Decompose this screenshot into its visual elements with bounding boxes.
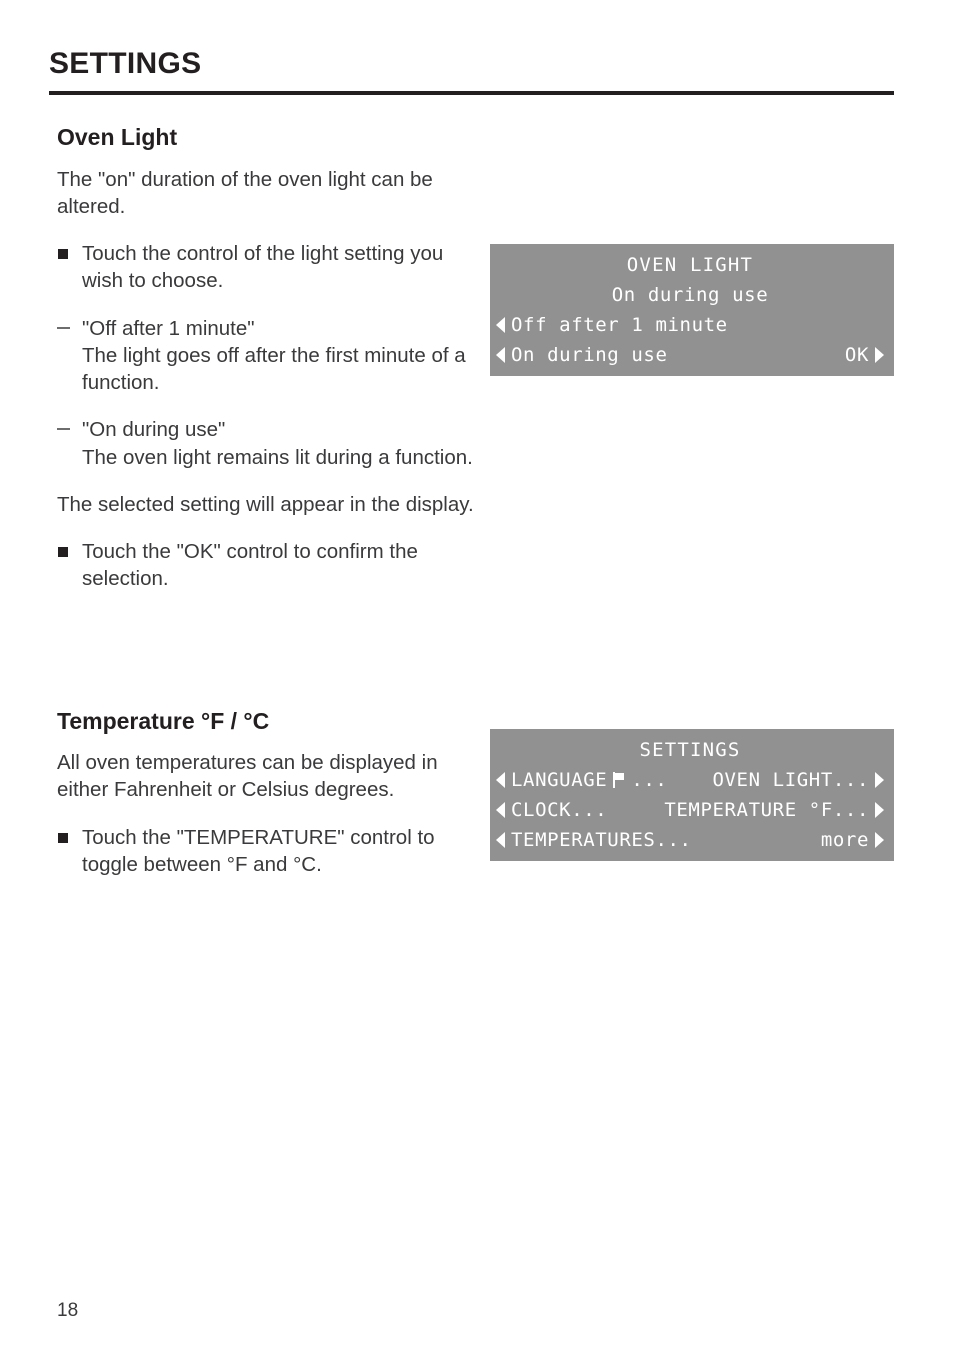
page-number: 18	[57, 1300, 79, 1321]
menu-item-more: more	[820, 829, 869, 851]
header-rule	[49, 90, 894, 95]
display-current-value: On during use	[611, 284, 769, 306]
settings-menu-row-3[interactable]: TEMPERATURES... more	[494, 825, 886, 855]
menu-item-temperatures: TEMPERATURES...	[511, 829, 692, 851]
list-item-text: Touch the "TEMPERATURE" control to toggl…	[82, 825, 435, 876]
display-option-row-off-after-1-minute[interactable]: Off after 1 minute	[494, 310, 886, 340]
flag-icon	[613, 772, 625, 788]
ellipsis: ...	[631, 769, 668, 791]
list-item-text: Touch the "OK" control to confirm the se…	[82, 540, 418, 591]
display-current-value-row: On during use	[494, 280, 886, 310]
section-heading-oven-light: Oven Light	[57, 124, 178, 150]
list-item-text: "On during use" The oven light remains li…	[82, 418, 473, 469]
settings-menu-row-2[interactable]: CLOCK... TEMPERATURE °F...	[494, 795, 886, 825]
square-bullet-icon	[58, 547, 68, 558]
running-header: SETTINGS	[49, 48, 894, 95]
oven-light-intro-paragraph: The "on" duration of the oven light can …	[57, 167, 433, 218]
menu-item-language: LANGUAGE	[511, 769, 608, 791]
display-title: SETTINGS	[639, 739, 741, 761]
menu-item-temperature-unit: TEMPERATURE °F...	[664, 799, 869, 821]
arrow-left-icon[interactable]	[496, 772, 505, 788]
body-column-left: Oven Light The "on" duration of the oven…	[57, 124, 477, 898]
display-title-row: SETTINGS	[494, 735, 886, 765]
arrow-right-icon[interactable]	[875, 772, 884, 788]
oven-light-action-list-1: Touch the control of the light setting y…	[57, 240, 477, 295]
manual-page: SETTINGS Oven Light The "on" duration of…	[0, 0, 954, 1352]
arrow-left-icon[interactable]	[496, 832, 505, 848]
illustration-column-right: OVEN LIGHT On during use Off after 1 min…	[490, 124, 895, 861]
oven-light-display-panel: OVEN LIGHT On during use Off after 1 min…	[490, 244, 894, 376]
display-ok-label: OK	[844, 344, 869, 366]
arrow-left-icon[interactable]	[496, 317, 505, 333]
temperature-intro-paragraph: All oven temperatures can be displayed i…	[57, 751, 438, 802]
settings-menu-row-1[interactable]: LANGUAGE ... OVEN LIGHT...	[494, 765, 886, 795]
temperature-action-list: Touch the "TEMPERATURE" control to toggl…	[57, 824, 477, 879]
list-item: Touch the "TEMPERATURE" control to toggl…	[57, 824, 477, 879]
list-item-text: Touch the control of the light setting y…	[82, 242, 444, 293]
arrow-left-icon[interactable]	[496, 347, 505, 363]
square-bullet-icon	[58, 832, 68, 843]
arrow-left-icon[interactable]	[496, 802, 505, 818]
menu-item-oven-light: OVEN LIGHT...	[712, 769, 869, 791]
list-item-text: "Off after 1 minute" The light goes off a…	[82, 316, 466, 395]
list-item: "Off after 1 minute" The light goes off a…	[57, 315, 477, 397]
display-option-label: On during use	[511, 344, 668, 366]
display-title: OVEN LIGHT	[626, 254, 754, 276]
square-bullet-icon	[58, 249, 68, 260]
dash-bullet-icon	[57, 326, 70, 329]
oven-light-option-list: "Off after 1 minute" The light goes off a…	[57, 315, 477, 471]
display-option-label: Off after 1 minute	[511, 314, 728, 336]
oven-light-display-note: The selected setting will appear in the …	[57, 492, 474, 516]
display-title-row: OVEN LIGHT	[494, 250, 886, 280]
section-heading-temperature: Temperature °F / °C	[57, 707, 270, 734]
display-option-row-on-during-use[interactable]: On during use OK	[494, 340, 886, 370]
list-item: Touch the "OK" control to confirm the se…	[57, 538, 477, 593]
oven-light-action-list-2: Touch the "OK" control to confirm the se…	[57, 538, 477, 593]
dash-bullet-icon	[57, 428, 70, 431]
arrow-right-icon[interactable]	[875, 832, 884, 848]
list-item: Touch the control of the light setting y…	[57, 240, 477, 295]
page-title: SETTINGS	[49, 47, 202, 80]
list-item: "On during use" The oven light remains li…	[57, 416, 477, 471]
menu-item-clock: CLOCK...	[511, 799, 608, 821]
arrow-right-icon[interactable]	[875, 347, 884, 363]
settings-menu-display-panel: SETTINGS LANGUAGE ... OVEN LIGHT... CLOC…	[490, 729, 894, 861]
arrow-right-icon[interactable]	[875, 802, 884, 818]
